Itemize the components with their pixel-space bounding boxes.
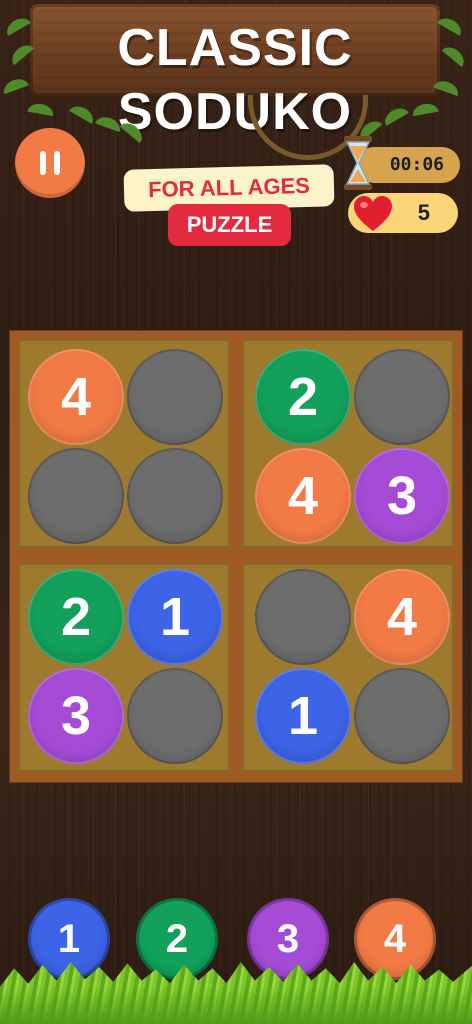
- board-cell-r1-c4[interactable]: [354, 349, 450, 445]
- board-cell-r3-c3[interactable]: [255, 569, 351, 665]
- board-cell-r3-c4[interactable]: 4: [354, 569, 450, 665]
- hourglass-icon: [344, 136, 372, 190]
- board-cell-r4-c4[interactable]: [354, 668, 450, 764]
- number-picker-4-button[interactable]: 4: [354, 898, 436, 980]
- pause-button[interactable]: [15, 128, 85, 198]
- heart-icon: [354, 196, 392, 231]
- puzzle-label: PUZZLE: [168, 204, 291, 246]
- board-cell-r2-c4[interactable]: 3: [354, 448, 450, 544]
- board-cell-r2-c3[interactable]: 4: [255, 448, 351, 544]
- pause-icon: [36, 151, 64, 175]
- board-cell-r3-c1[interactable]: 2: [28, 569, 124, 665]
- number-picker-2-button[interactable]: 2: [136, 898, 218, 980]
- board-cell-r4-c2[interactable]: [127, 668, 223, 764]
- board-cell-r4-c1[interactable]: 3: [28, 668, 124, 764]
- board-cell-r3-c2[interactable]: 1: [127, 569, 223, 665]
- leaves-left-decoration: [0, 0, 147, 144]
- board-cell-r2-c1[interactable]: [28, 448, 124, 544]
- number-picker-3-button[interactable]: 3: [247, 898, 329, 980]
- board-cell-r1-c2[interactable]: [127, 349, 223, 445]
- board-cell-r1-c1[interactable]: 4: [28, 349, 124, 445]
- board-cell-r2-c2[interactable]: [127, 448, 223, 544]
- sudoku-board: 424321431: [10, 331, 462, 782]
- board-cell-r4-c3[interactable]: 1: [255, 668, 351, 764]
- board-cell-r1-c3[interactable]: 2: [255, 349, 351, 445]
